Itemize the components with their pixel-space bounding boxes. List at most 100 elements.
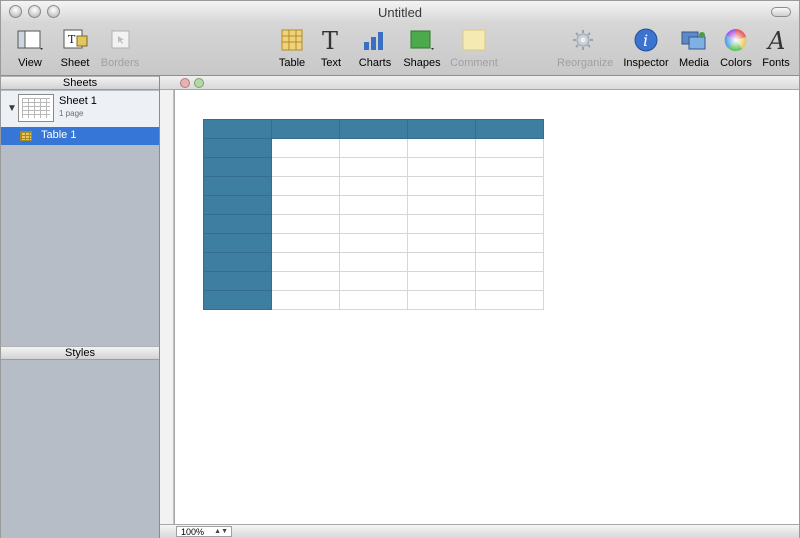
- table-cell[interactable]: [271, 157, 340, 177]
- row-header-cell[interactable]: [203, 176, 272, 196]
- table-cell[interactable]: [475, 195, 544, 215]
- header-cell[interactable]: [475, 119, 544, 139]
- comment-icon: [460, 28, 488, 55]
- table-cell[interactable]: [407, 233, 476, 253]
- table-cell[interactable]: [475, 157, 544, 177]
- chevron-updown-icon: ▲▼: [214, 528, 228, 535]
- table-list-item[interactable]: Table 1: [1, 127, 159, 145]
- table-cell[interactable]: [271, 290, 340, 310]
- row-header-cell[interactable]: [203, 290, 272, 310]
- spreadsheet-table[interactable]: [203, 119, 544, 310]
- table-row: [203, 138, 544, 158]
- borders-label: Borders: [100, 57, 140, 69]
- table-cell[interactable]: [271, 252, 340, 272]
- sheet-page-count: 1 page: [59, 109, 84, 118]
- table-cell[interactable]: [475, 252, 544, 272]
- zoom-select[interactable]: 100% ▲▼: [176, 526, 232, 537]
- table-name: Table 1: [41, 129, 77, 141]
- table-cell[interactable]: [475, 214, 544, 234]
- reorganize-button[interactable]: Reorganize: [557, 28, 614, 69]
- sheet-list-item[interactable]: ▼ Sheet 1 1 page: [1, 91, 159, 127]
- toolbar-toggle-button[interactable]: [771, 7, 791, 17]
- disclosure-triangle-icon[interactable]: ▼: [7, 103, 17, 114]
- formula-cancel-button[interactable]: [180, 78, 190, 88]
- table-cell[interactable]: [339, 214, 408, 234]
- shapes-label: Shapes: [403, 57, 441, 69]
- fonts-label: Fonts: [762, 57, 790, 69]
- sheet-thumbnail: [18, 94, 54, 122]
- table-cell[interactable]: [475, 290, 544, 310]
- table-cell[interactable]: [271, 271, 340, 291]
- table-row: [203, 119, 544, 139]
- table-cell[interactable]: [407, 138, 476, 158]
- header-cell[interactable]: [203, 119, 272, 139]
- svg-text:T: T: [68, 33, 76, 46]
- shapes-icon: [408, 28, 436, 55]
- row-header-cell[interactable]: [203, 195, 272, 215]
- comment-label: Comment: [450, 57, 498, 69]
- table-row: [203, 252, 544, 272]
- table-cell[interactable]: [271, 176, 340, 196]
- table-row: [203, 176, 544, 196]
- inspector-button[interactable]: i Inspector: [620, 28, 672, 69]
- sheets-header: Sheets: [1, 76, 159, 90]
- charts-label: Charts: [358, 57, 392, 69]
- text-icon: T: [317, 27, 345, 55]
- table-cell[interactable]: [339, 157, 408, 177]
- fonts-icon: A: [762, 27, 790, 55]
- window-title: Untitled: [377, 5, 423, 20]
- svg-text:T: T: [322, 28, 338, 52]
- sidebar: Sheets ▼ Sheet 1 1 page Table 1 Styles: [1, 76, 160, 538]
- media-icon: [680, 28, 708, 55]
- table-cell[interactable]: [407, 252, 476, 272]
- row-header-cell[interactable]: [203, 157, 272, 177]
- table-cell[interactable]: [475, 271, 544, 291]
- table-row: [203, 271, 544, 291]
- table-cell[interactable]: [407, 214, 476, 234]
- table-cell[interactable]: [339, 252, 408, 272]
- fonts-button[interactable]: A Fonts: [750, 27, 800, 70]
- charts-button[interactable]: Charts: [349, 28, 401, 69]
- table-cell[interactable]: [475, 176, 544, 196]
- table-cell[interactable]: [407, 271, 476, 291]
- row-header-cell[interactable]: [203, 233, 272, 253]
- table-cell[interactable]: [339, 271, 408, 291]
- table-cell[interactable]: [271, 195, 340, 215]
- table-cell[interactable]: [339, 195, 408, 215]
- comment-button[interactable]: Comment: [448, 28, 500, 69]
- canvas-ruler-bar: [160, 76, 799, 90]
- reorganize-label: Reorganize: [557, 57, 614, 69]
- table-cell[interactable]: [339, 233, 408, 253]
- sheet-icon: T: [61, 28, 89, 55]
- table-cell[interactable]: [339, 176, 408, 196]
- table-cell[interactable]: [271, 138, 340, 158]
- zoom-value: 100%: [181, 527, 205, 537]
- row-header-cell[interactable]: [203, 138, 272, 158]
- table-cell[interactable]: [271, 214, 340, 234]
- header-cell[interactable]: [339, 119, 408, 139]
- borders-button[interactable]: Borders: [94, 28, 146, 69]
- table-cell[interactable]: [475, 138, 544, 158]
- colors-icon: [722, 28, 750, 55]
- row-header-cell[interactable]: [203, 252, 272, 272]
- styles-header: Styles: [1, 346, 159, 360]
- row-header-cell[interactable]: [203, 271, 272, 291]
- row-header-cell[interactable]: [203, 214, 272, 234]
- shapes-button[interactable]: Shapes: [396, 28, 448, 69]
- status-bar: 100% ▲▼: [160, 524, 799, 538]
- table-cell[interactable]: [339, 290, 408, 310]
- table-cell[interactable]: [475, 233, 544, 253]
- table-icon: [278, 28, 306, 55]
- table-row: [203, 157, 544, 177]
- table-row: [203, 214, 544, 234]
- table-cell[interactable]: [407, 176, 476, 196]
- table-cell[interactable]: [407, 157, 476, 177]
- table-cell[interactable]: [407, 195, 476, 215]
- formula-accept-button[interactable]: [194, 78, 204, 88]
- header-cell[interactable]: [407, 119, 476, 139]
- header-cell[interactable]: [271, 119, 340, 139]
- table-cell[interactable]: [407, 290, 476, 310]
- charts-icon: [361, 28, 389, 55]
- table-cell[interactable]: [271, 233, 340, 253]
- table-cell[interactable]: [339, 138, 408, 158]
